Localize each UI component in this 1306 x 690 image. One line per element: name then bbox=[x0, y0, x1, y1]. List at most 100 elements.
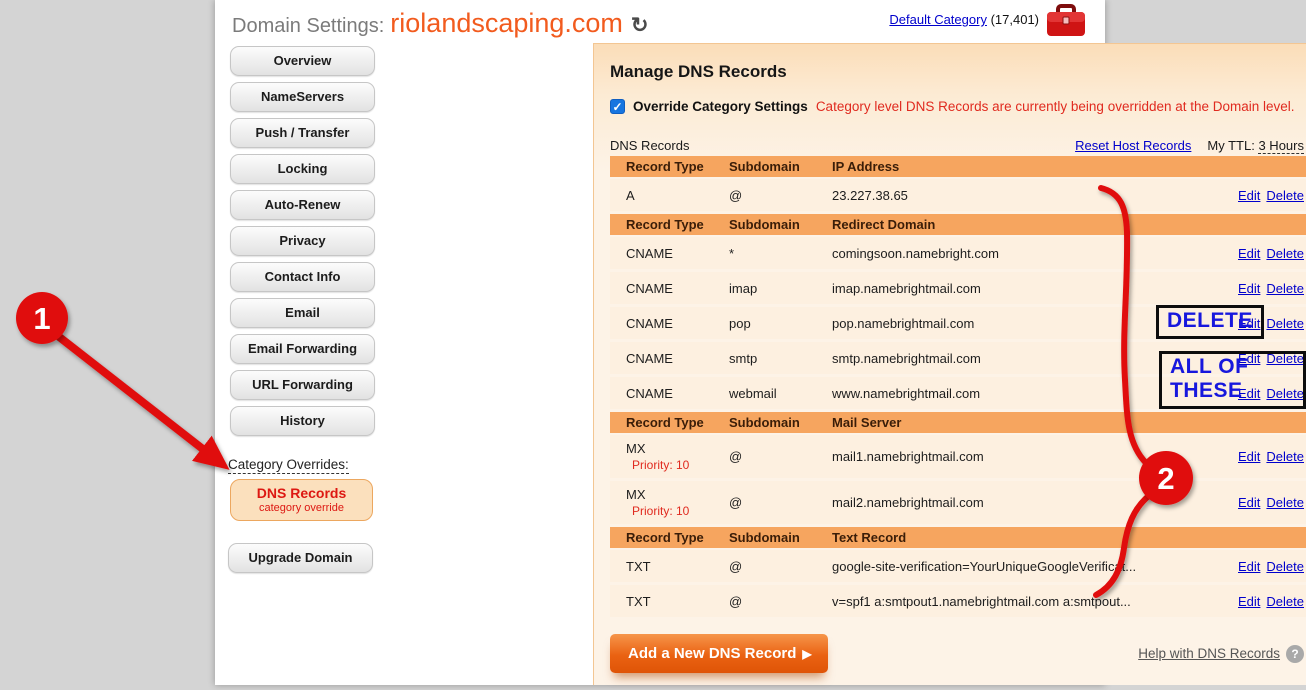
dns-table: Record TypeSubdomainIP AddressA@23.227.3… bbox=[610, 156, 1306, 617]
dns-records-override-subtitle: category override bbox=[233, 502, 370, 514]
subdomain-cell: smtp bbox=[729, 351, 832, 366]
column-header: Subdomain bbox=[729, 217, 832, 232]
toolbox-icon[interactable] bbox=[1045, 4, 1087, 38]
column-header: Subdomain bbox=[729, 415, 832, 430]
row-actions: Edit Delete bbox=[1214, 281, 1306, 296]
column-header: Redirect Domain bbox=[832, 217, 1214, 232]
sidebar-item-contact-info[interactable]: Contact Info bbox=[230, 262, 375, 292]
record-value-cell: imap.namebrightmail.com bbox=[832, 281, 1214, 296]
domain-settings-page: Domain Settings:riolandscaping.com↻ Defa… bbox=[215, 0, 1105, 685]
record-value-cell: smtp.namebrightmail.com bbox=[832, 351, 1214, 366]
help-question-icon[interactable]: ? bbox=[1286, 645, 1304, 663]
subdomain-cell: @ bbox=[729, 594, 832, 609]
record-value-cell: 23.227.38.65 bbox=[832, 188, 1214, 203]
sidebar-item-dns-records-override[interactable]: DNS Records category override bbox=[230, 479, 373, 521]
delete-link[interactable]: Delete bbox=[1266, 316, 1304, 331]
record-type-cell: CNAME bbox=[610, 386, 729, 401]
row-actions: Edit Delete bbox=[1214, 594, 1306, 609]
priority-label: Priority: 10 bbox=[626, 504, 729, 518]
page-title-label: Domain Settings: bbox=[232, 15, 384, 37]
sidebar-item-email-forwarding[interactable]: Email Forwarding bbox=[230, 334, 375, 364]
delete-link[interactable]: Delete bbox=[1266, 188, 1304, 203]
edit-link[interactable]: Edit bbox=[1238, 594, 1260, 609]
delete-link[interactable]: Delete bbox=[1266, 449, 1304, 464]
record-type-cell: MXPriority: 10 bbox=[610, 487, 729, 518]
record-value-cell: pop.namebrightmail.com bbox=[832, 316, 1214, 331]
record-value-cell: comingsoon.namebright.com bbox=[832, 246, 1214, 261]
dns-record-row: MXPriority: 10@mail2.namebrightmail.comE… bbox=[610, 481, 1306, 524]
row-actions: Edit Delete bbox=[1214, 351, 1306, 366]
edit-link[interactable]: Edit bbox=[1238, 281, 1260, 296]
record-value-cell: v=spf1 a:smtpout1.namebrightmail.com a:s… bbox=[832, 594, 1214, 609]
row-actions: Edit Delete bbox=[1214, 495, 1306, 510]
sidebar-item-url-forwarding[interactable]: URL Forwarding bbox=[230, 370, 375, 400]
arrow-right-icon: ▶ bbox=[802, 647, 811, 661]
delete-link[interactable]: Delete bbox=[1266, 246, 1304, 261]
subdomain-cell: webmail bbox=[729, 386, 832, 401]
help-dns-records-link[interactable]: Help with DNS Records bbox=[1138, 646, 1280, 661]
row-actions: Edit Delete bbox=[1214, 246, 1306, 261]
step1-badge: 1 bbox=[16, 292, 68, 344]
edit-link[interactable]: Edit bbox=[1238, 449, 1260, 464]
override-category-checkbox[interactable]: ✓ bbox=[610, 99, 625, 114]
refresh-icon[interactable]: ↻ bbox=[631, 14, 649, 37]
dns-record-row: CNAMEimapimap.namebrightmail.comEditDele… bbox=[610, 272, 1306, 304]
dns-record-row: TXT@google-site-verification=YourUniqueG… bbox=[610, 550, 1306, 582]
column-header: Record Type bbox=[610, 530, 729, 545]
sidebar-item-privacy[interactable]: Privacy bbox=[230, 226, 375, 256]
sidebar-item-push-transfer[interactable]: Push / Transfer bbox=[230, 118, 375, 148]
row-actions: Edit Delete bbox=[1214, 188, 1306, 203]
dns-records-label: DNS Records bbox=[610, 138, 689, 153]
record-type-cell: CNAME bbox=[610, 246, 729, 261]
edit-link[interactable]: Edit bbox=[1238, 188, 1260, 203]
category-overrides-label[interactable]: Category Overrides: bbox=[228, 457, 349, 474]
subdomain-cell: @ bbox=[729, 188, 832, 203]
record-value-cell: www.namebrightmail.com bbox=[832, 386, 1214, 401]
edit-link[interactable]: Edit bbox=[1238, 246, 1260, 261]
edit-link[interactable]: Edit bbox=[1238, 386, 1260, 401]
panel-title: Manage DNS Records bbox=[610, 62, 1304, 82]
delete-link[interactable]: Delete bbox=[1266, 594, 1304, 609]
record-type-cell: MXPriority: 10 bbox=[610, 441, 729, 472]
delete-link[interactable]: Delete bbox=[1266, 351, 1304, 366]
subdomain-cell: @ bbox=[729, 495, 832, 510]
record-type-cell: TXT bbox=[610, 594, 729, 609]
subdomain-cell: imap bbox=[729, 281, 832, 296]
edit-link[interactable]: Edit bbox=[1238, 351, 1260, 366]
delete-link[interactable]: Delete bbox=[1266, 281, 1304, 296]
sidebar-item-auto-renew[interactable]: Auto-Renew bbox=[230, 190, 375, 220]
edit-link[interactable]: Edit bbox=[1238, 495, 1260, 510]
sidebar-item-history[interactable]: History bbox=[230, 406, 375, 436]
sidebar-item-overview[interactable]: Overview bbox=[230, 46, 375, 76]
category-info: Default Category (17,401) bbox=[889, 12, 1039, 27]
dns-record-row: MXPriority: 10@mail1.namebrightmail.comE… bbox=[610, 435, 1306, 478]
edit-link[interactable]: Edit bbox=[1238, 316, 1260, 331]
row-actions: Edit Delete bbox=[1214, 449, 1306, 464]
reset-host-records-link[interactable]: Reset Host Records bbox=[1075, 138, 1191, 153]
ttl-value[interactable]: 3 Hours bbox=[1258, 138, 1304, 154]
column-header: Subdomain bbox=[729, 530, 832, 545]
record-type-cell: CNAME bbox=[610, 316, 729, 331]
edit-link[interactable]: Edit bbox=[1238, 559, 1260, 574]
record-type-cell: CNAME bbox=[610, 351, 729, 366]
subdomain-cell: * bbox=[729, 246, 832, 261]
dns-record-row: CNAMEsmtpsmtp.namebrightmail.com Edit Dele… bbox=[610, 342, 1306, 374]
column-header: Record Type bbox=[610, 217, 729, 232]
default-category-link[interactable]: Default Category bbox=[889, 12, 987, 27]
subdomain-cell: pop bbox=[729, 316, 832, 331]
sidebar-item-upgrade-domain[interactable]: Upgrade Domain bbox=[228, 543, 373, 573]
column-header: Record Type bbox=[610, 415, 729, 430]
delete-link[interactable]: Delete bbox=[1266, 386, 1304, 401]
table-section-header: Record TypeSubdomainRedirect Domain bbox=[610, 214, 1306, 235]
sidebar-item-locking[interactable]: Locking bbox=[230, 154, 375, 184]
dns-records-override-title: DNS Records bbox=[233, 485, 370, 501]
column-header: Record Type bbox=[610, 159, 729, 174]
delete-link[interactable]: Delete bbox=[1266, 495, 1304, 510]
delete-link[interactable]: Delete bbox=[1266, 559, 1304, 574]
row-actions: Edit Delete bbox=[1214, 386, 1306, 401]
add-dns-record-button[interactable]: Add a New DNS Record▶ bbox=[610, 634, 828, 673]
subdomain-cell: @ bbox=[729, 559, 832, 574]
sidebar-item-email[interactable]: Email bbox=[230, 298, 375, 328]
svg-text:1: 1 bbox=[33, 301, 50, 336]
sidebar-item-nameservers[interactable]: NameServers bbox=[230, 82, 375, 112]
